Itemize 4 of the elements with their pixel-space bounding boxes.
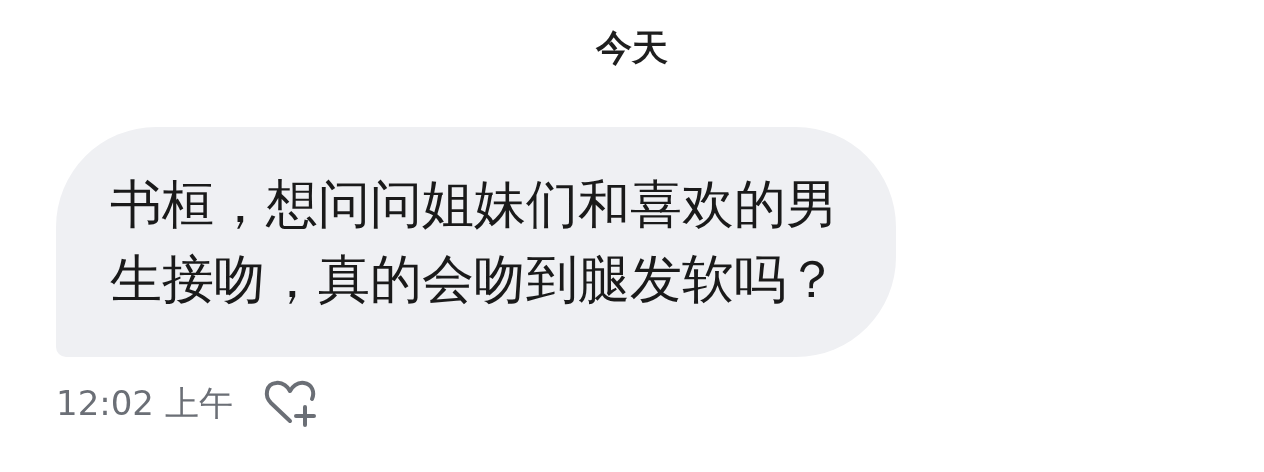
date-header: 今天	[596, 26, 668, 70]
message-time: 12:02 上午	[56, 382, 233, 425]
heart-plus-icon[interactable]	[262, 379, 317, 427]
message-text: 书桓，想问问姐妹们和喜欢的男生接吻，真的会吻到腿发软吗？	[110, 173, 839, 311]
